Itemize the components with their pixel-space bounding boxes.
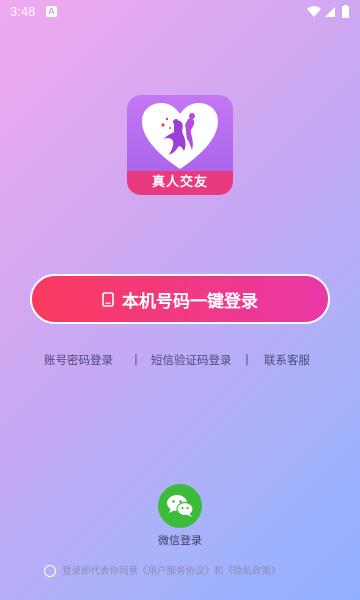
agreement-checkbox[interactable] — [44, 565, 56, 577]
heart-couple-icon — [142, 103, 218, 169]
customer-service-link[interactable]: 联系客服 — [264, 352, 310, 368]
agreement-text[interactable]: 登录即代表你同意《用户服务协议》和《隐私政策》 — [62, 565, 281, 578]
wechat-login-button[interactable] — [158, 484, 202, 528]
battery-icon — [342, 5, 349, 18]
logo-label: 真人交友 — [127, 171, 233, 195]
phone-icon — [102, 291, 114, 307]
account-password-login-link[interactable]: 账号密码登录 — [44, 352, 113, 368]
agreement-row: 登录即代表你同意《用户服务协议》和《隐私政策》 — [44, 565, 344, 579]
wechat-login-label: 微信登录 — [158, 534, 202, 547]
one-click-login-label: 本机号码一键登录 — [122, 291, 258, 312]
status-time: 3:48 — [10, 4, 36, 19]
wechat-icon — [167, 495, 194, 517]
one-click-login-button[interactable]: 本机号码一键登录 — [30, 274, 330, 324]
wifi-icon — [307, 6, 321, 17]
link-separator: | — [134, 352, 138, 366]
sms-code-login-link[interactable]: 短信验证码登录 — [151, 352, 232, 368]
status-icons — [307, 5, 349, 18]
link-separator: | — [245, 352, 249, 366]
notification-icon: A — [46, 6, 57, 17]
status-bar: 3:48 A — [0, 0, 360, 24]
alt-login-links: 账号密码登录 | 短信验证码登录 | 联系客服 — [0, 352, 360, 370]
signal-icon — [325, 7, 335, 17]
app-logo: 真人交友 — [127, 95, 233, 195]
